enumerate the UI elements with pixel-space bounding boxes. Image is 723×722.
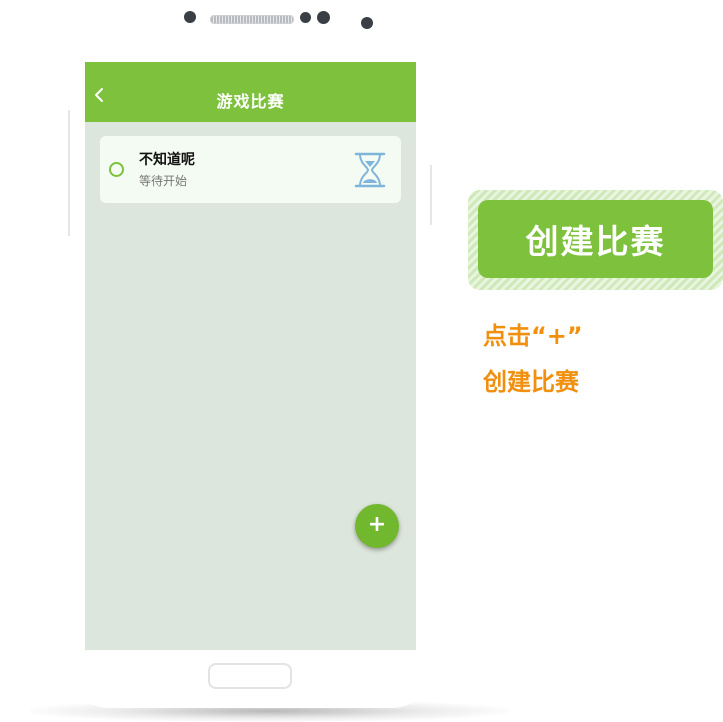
phone-screen: 游戏比赛 不知道呢 等待开始 +	[85, 62, 416, 650]
hourglass-icon	[354, 152, 386, 188]
light-sensor	[317, 11, 330, 24]
phone-side-edge	[430, 165, 432, 225]
list-item-status: 等待开始	[139, 174, 188, 188]
app-bar: 游戏比赛	[85, 62, 416, 122]
hint-text: 创建比赛	[483, 368, 579, 396]
page-title: 游戏比赛	[216, 92, 285, 111]
add-match-button[interactable]: +	[355, 504, 399, 548]
home-button[interactable]	[208, 663, 292, 689]
earpiece-speaker	[210, 15, 294, 24]
proximity-sensor	[300, 12, 311, 23]
phone-side-edge	[68, 110, 70, 236]
front-camera-icon	[184, 11, 196, 23]
create-match-callout: 创建比赛	[478, 200, 713, 278]
list-item-title: 不知道呢	[139, 152, 195, 168]
list-item[interactable]: 不知道呢 等待开始	[100, 136, 401, 203]
status-ring-icon	[109, 162, 124, 177]
secondary-camera-icon	[361, 17, 373, 29]
hint-text: 点击“+”	[483, 322, 583, 350]
